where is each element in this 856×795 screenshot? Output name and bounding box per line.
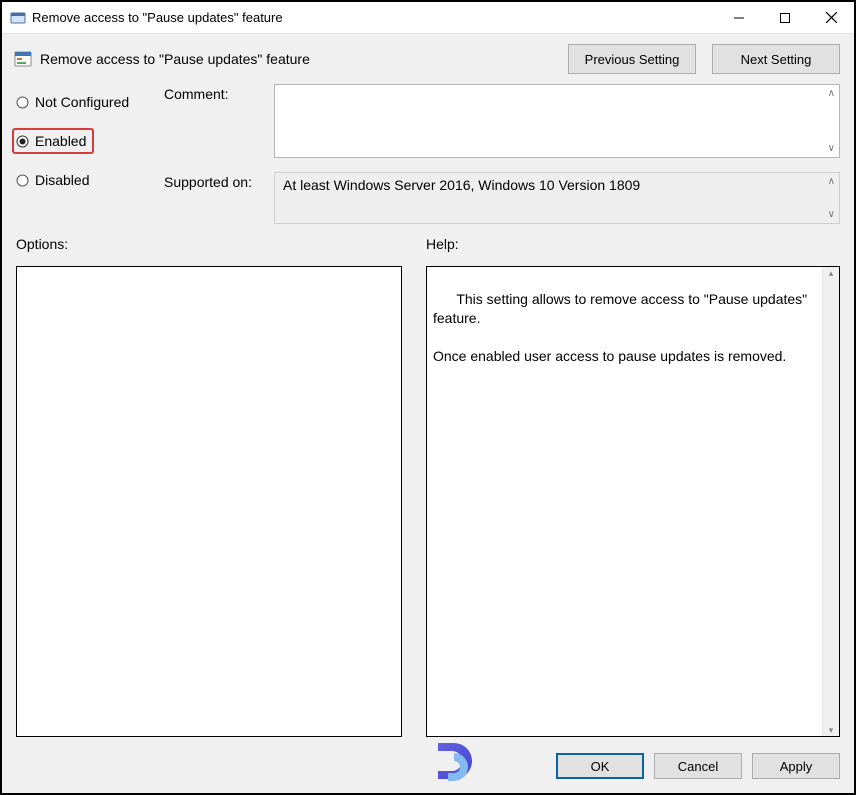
radio-group: Not Configured Enabled Disabled <box>16 84 164 224</box>
scroll-down-icon[interactable]: ∨ <box>828 143 835 154</box>
policy-editor-window: Remove access to "Pause updates" feature… <box>0 0 856 795</box>
radio-icon <box>16 96 29 109</box>
radio-not-configured[interactable]: Not Configured <box>16 94 164 110</box>
window-controls <box>716 2 854 33</box>
radio-icon <box>16 135 29 148</box>
app-icon <box>10 10 26 26</box>
labels-row: Options: Help: <box>2 230 854 256</box>
fields-col: Comment: ∧ ∨ Supported on: At least Wind… <box>164 84 840 224</box>
next-setting-button[interactable]: Next Setting <box>712 44 840 74</box>
policy-icon <box>14 50 32 68</box>
apply-button[interactable]: Apply <box>752 753 840 779</box>
scroll-down-icon[interactable]: ∨ <box>828 209 835 220</box>
supported-label: Supported on: <box>164 172 274 190</box>
supported-display: At least Windows Server 2016, Windows 10… <box>274 172 840 224</box>
maximize-button[interactable] <box>762 2 808 33</box>
help-scrollbar[interactable]: ▴ ▾ <box>822 267 839 736</box>
radio-label: Disabled <box>35 172 89 188</box>
options-label: Options: <box>16 236 426 252</box>
options-panel <box>16 266 402 737</box>
radio-enabled[interactable]: Enabled <box>12 128 94 154</box>
radio-disabled[interactable]: Disabled <box>16 172 164 188</box>
policy-title: Remove access to "Pause updates" feature <box>40 51 560 67</box>
window-title: Remove access to "Pause updates" feature <box>32 10 716 25</box>
minimize-button[interactable] <box>716 2 762 33</box>
help-panel: This setting allows to remove access to … <box>426 266 840 737</box>
help-text: This setting allows to remove access to … <box>433 291 811 364</box>
comment-input[interactable]: ∧ ∨ <box>274 84 840 158</box>
scroll-down-icon[interactable]: ▾ <box>829 724 834 736</box>
close-button[interactable] <box>808 2 854 33</box>
scroll-up-icon[interactable]: ∧ <box>828 176 835 187</box>
watermark-logo <box>432 735 482 791</box>
radio-label: Enabled <box>35 133 86 149</box>
cancel-button[interactable]: Cancel <box>654 753 742 779</box>
titlebar: Remove access to "Pause updates" feature <box>2 2 854 34</box>
header-row: Remove access to "Pause updates" feature… <box>2 34 854 84</box>
supported-value: At least Windows Server 2016, Windows 10… <box>283 177 640 193</box>
scroll-up-icon[interactable]: ▴ <box>829 267 834 279</box>
scroll-up-icon[interactable]: ∧ <box>828 88 835 99</box>
help-label: Help: <box>426 236 840 252</box>
ok-button[interactable]: OK <box>556 753 644 779</box>
settings-area: Not Configured Enabled Disabled Comment:… <box>2 84 854 230</box>
radio-icon <box>16 174 29 187</box>
radio-label: Not Configured <box>35 94 129 110</box>
comment-label: Comment: <box>164 84 274 102</box>
previous-setting-button[interactable]: Previous Setting <box>568 44 696 74</box>
panels-row: This setting allows to remove access to … <box>2 256 854 741</box>
bottom-button-row: OK Cancel Apply <box>2 741 854 793</box>
